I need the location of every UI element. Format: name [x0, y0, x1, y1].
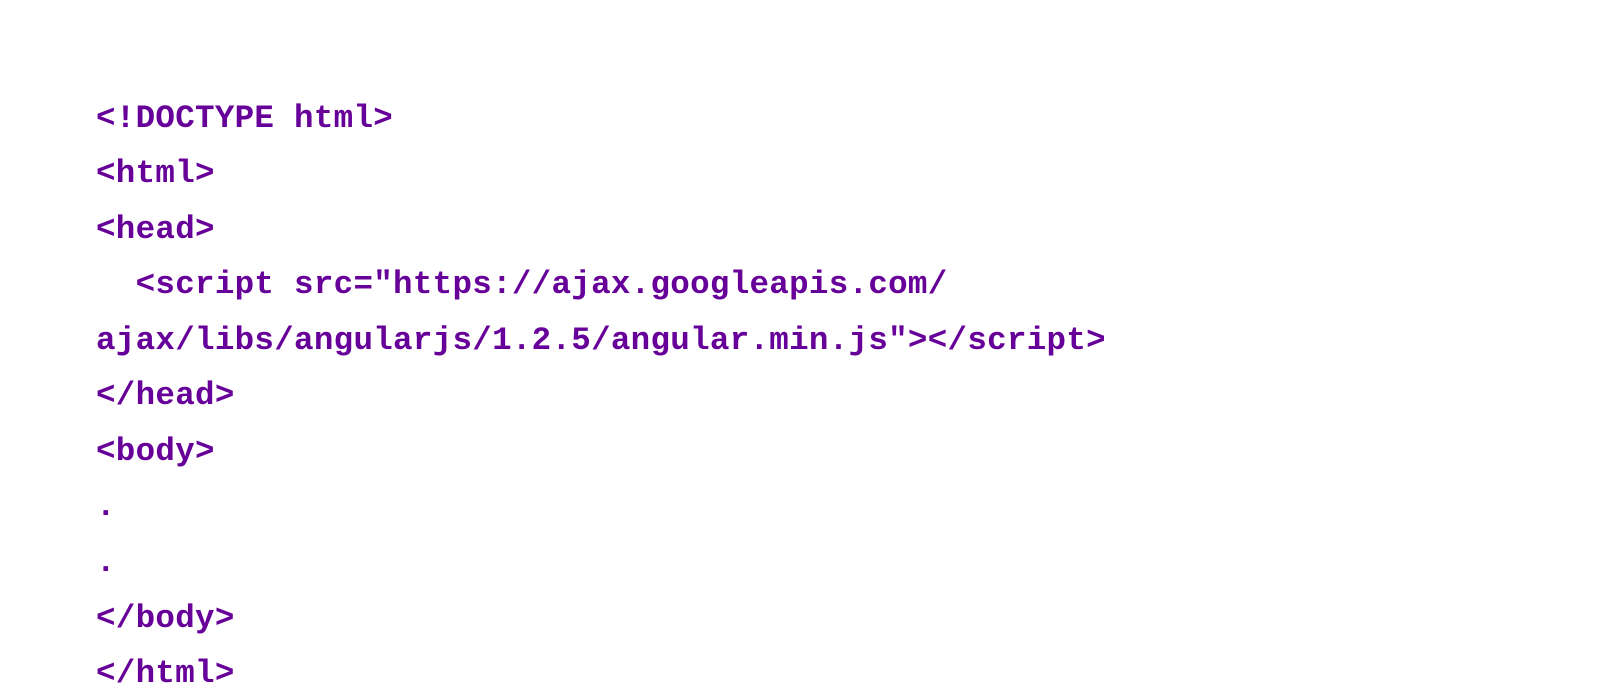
- code-line: </head>: [96, 377, 235, 414]
- code-line: </html>: [96, 655, 235, 692]
- code-line: <head>: [96, 211, 215, 248]
- code-line: ajax/libs/angularjs/1.2.5/angular.min.js…: [96, 322, 1106, 359]
- code-line: <!DOCTYPE html>: [96, 100, 393, 137]
- code-line: .: [96, 544, 116, 581]
- code-line: <body>: [96, 433, 215, 470]
- code-line: .: [96, 488, 116, 525]
- code-line: </body>: [96, 600, 235, 637]
- code-line: <html>: [96, 155, 215, 192]
- code-snippet: <!DOCTYPE html> <html> <head> <script sr…: [0, 33, 1600, 695]
- code-line: <script src="https://ajax.googleapis.com…: [96, 266, 948, 303]
